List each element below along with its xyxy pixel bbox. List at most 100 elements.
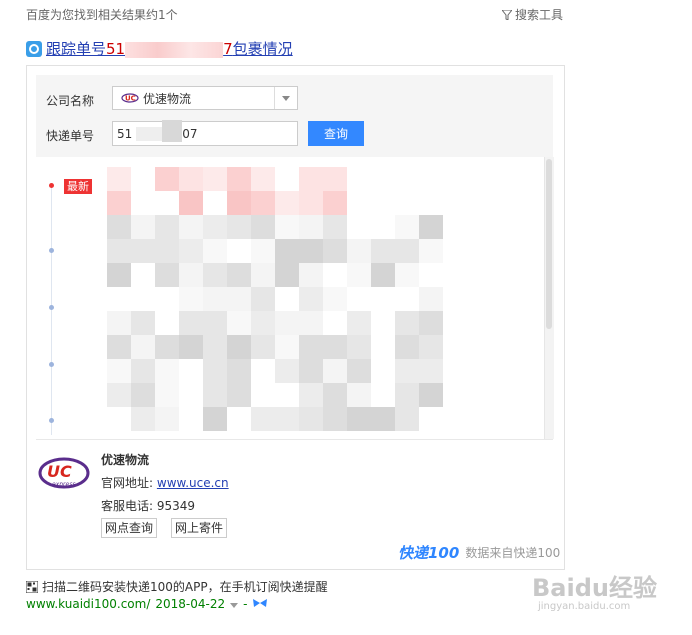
redacted-block [251,239,275,263]
redacted-block [131,383,155,407]
redacted-block [419,383,443,407]
redacted-block [275,215,299,239]
website-label: 官网地址: [101,476,154,490]
redacted-block [275,239,299,263]
redacted-block [275,407,299,431]
query-button[interactable]: 查询 [308,121,364,146]
redacted-block [275,359,299,383]
result-url[interactable]: www.kuaidi100.com/ [26,597,150,611]
chevron-down-icon[interactable] [274,87,297,109]
redacted-block [107,311,131,335]
uc-express-logo: UC express [38,457,90,489]
title-number-end: 7 [223,40,233,58]
svg-text:UC: UC [47,462,72,481]
redacted-block [419,335,443,359]
redacted-block [203,263,227,287]
redacted-block [251,287,275,311]
company-label: 公司名称 [46,94,95,108]
timeline-dot [49,305,54,310]
redacted-block [203,239,227,263]
timeline-dot [49,248,54,253]
redacted-block [107,167,131,191]
redacted-block [323,287,347,311]
redacted-block [347,311,371,335]
tracking-number-end: 07 [182,126,198,141]
tracking-redacted-2 [162,119,183,142]
redacted-block [371,407,395,431]
redacted-block [419,287,443,311]
redacted-block [251,167,275,191]
redacted-block [227,359,251,383]
watermark-sub: jingyan.baidu.com [538,601,631,612]
redacted-block [227,215,251,239]
redacted-block [419,215,443,239]
search-tools-button[interactable]: 搜索工具 [502,6,563,23]
svg-text:UC: UC [125,95,136,103]
redacted-block [179,167,203,191]
redacted-block [155,239,179,263]
redacted-block [203,407,227,431]
company-select-value: 优速物流 [143,91,192,106]
result-url-row: www.kuaidi100.com/ 2018-04-22 - [26,597,268,611]
redacted-block [275,311,299,335]
scrollbar-thumb[interactable] [546,159,552,329]
result-title[interactable]: 跟踪单号51 7包裹情况 [26,38,293,59]
title-number-redacted [125,41,224,58]
redacted-block [323,407,347,431]
redacted-block [203,215,227,239]
redacted-block [227,335,251,359]
redacted-block [107,359,131,383]
online-ship-button[interactable]: 网上寄件 [171,518,228,538]
redacted-block [299,191,323,215]
redacted-block [347,335,371,359]
redacted-block [251,311,275,335]
redacted-block [275,263,299,287]
redacted-block [299,215,323,239]
tracking-number-input[interactable]: 51 07 [112,119,298,146]
company-name: 优速物流 [101,453,150,467]
result-title-link[interactable]: 跟踪单号51 7包裹情况 [46,38,293,59]
redacted-block [371,263,395,287]
redacted-block [203,383,227,407]
tracking-label: 快递单号 [46,129,95,143]
timeline-dot-latest [49,183,54,188]
redacted-block [107,263,131,287]
data-source: 数据来自快递100 [465,546,561,560]
redacted-block [347,407,371,431]
redacted-block [251,263,275,287]
branch-query-button[interactable]: 网点查询 [101,518,158,538]
redacted-block [227,167,251,191]
redacted-block [155,383,179,407]
timeline-scrollbar[interactable] [544,157,554,439]
phone-number: 95349 [156,499,196,513]
redacted-block [179,239,203,263]
filter-icon [502,9,512,20]
butterfly-icon[interactable] [252,597,268,611]
watermark: Baidu经验 jingyan.baidu.com [532,575,657,612]
redacted-block [395,335,419,359]
redacted-block [299,359,323,383]
redacted-block [347,383,371,407]
redacted-block [131,311,155,335]
redacted-block [179,215,203,239]
redacted-block [107,239,131,263]
redacted-block [299,287,323,311]
redacted-block [395,263,419,287]
chevron-down-icon[interactable] [230,597,239,611]
website-link[interactable]: www.uce.cn [157,476,229,490]
redacted-block [299,311,323,335]
qr-tip-text: 扫描二维码安装快递100的APP，在手机订阅快递提醒 [42,580,328,594]
redacted-block [179,191,203,215]
company-select[interactable]: UC 优速物流 [112,86,298,110]
redacted-block [227,383,251,407]
redacted-block [395,359,419,383]
search-tools-label: 搜索工具 [515,8,564,22]
redacted-block [155,407,179,431]
redacted-block [299,263,323,287]
redacted-block [203,335,227,359]
result-count: 百度为您找到相关结果约1个 [26,8,178,22]
redacted-block [299,167,323,191]
redacted-block [275,335,299,359]
redacted-block [419,311,443,335]
qr-tip: 扫描二维码安装快递100的APP，在手机订阅快递提醒 [26,578,328,595]
